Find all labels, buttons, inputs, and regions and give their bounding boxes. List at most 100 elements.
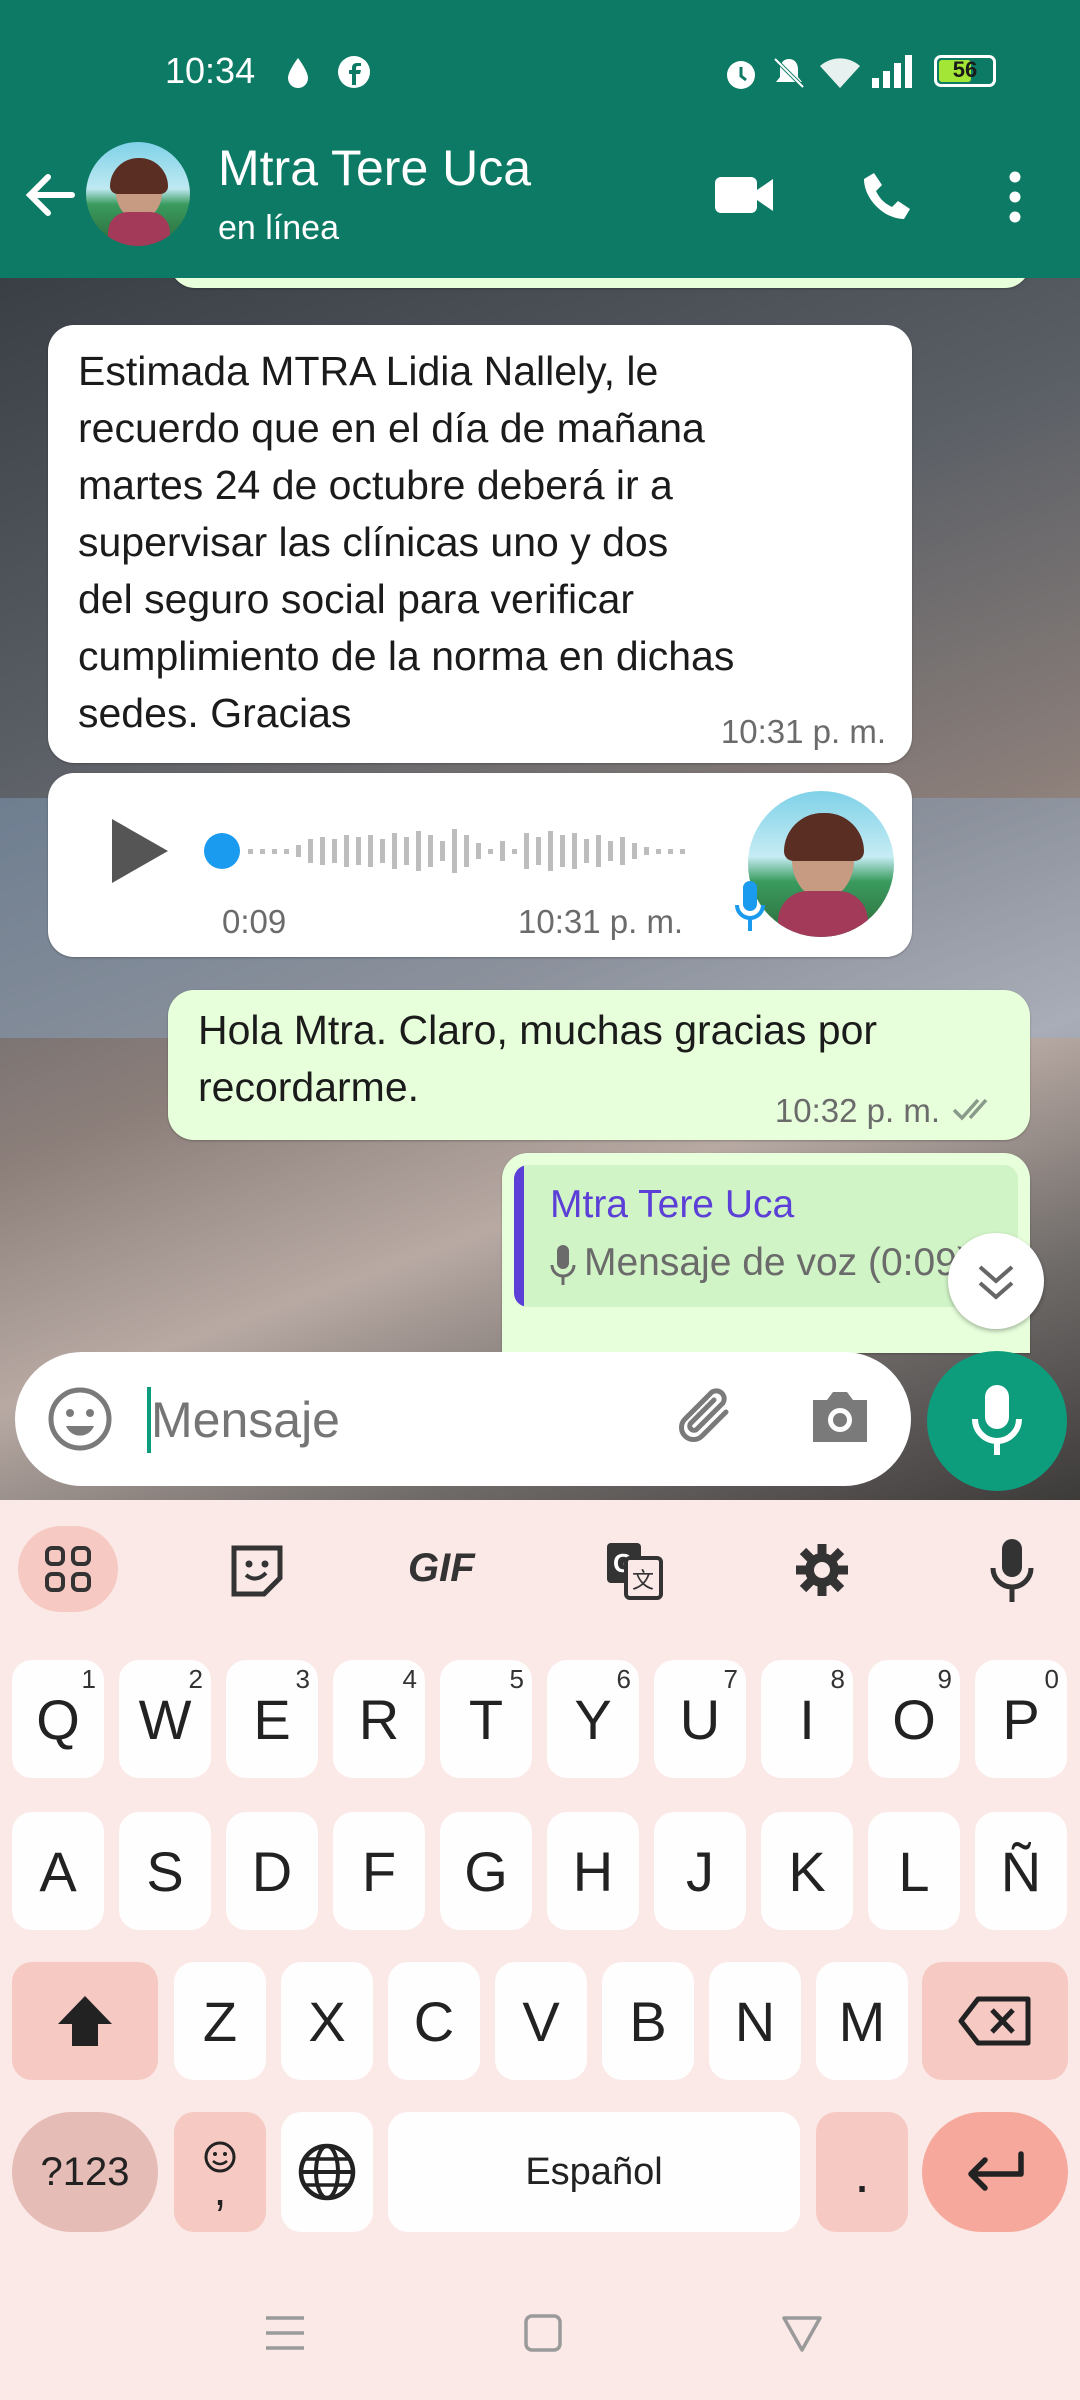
- enter-key[interactable]: [922, 2112, 1068, 2232]
- play-icon[interactable]: [108, 815, 172, 887]
- key-l[interactable]: L: [868, 1812, 960, 1930]
- quoted-message[interactable]: Mtra Tere Uca Mensaje de voz (0:09): [514, 1165, 1018, 1307]
- message-composer[interactable]: [15, 1352, 911, 1486]
- sticker-icon[interactable]: [228, 1542, 286, 1600]
- key-d[interactable]: D: [226, 1812, 318, 1930]
- progress-knob[interactable]: [204, 833, 240, 869]
- svg-text:文: 文: [632, 1569, 654, 1594]
- contact-status: en línea: [218, 209, 339, 247]
- incoming-message-bubble[interactable]: Estimada MTRA Lidia Nallely, le recuerdo…: [48, 325, 912, 763]
- period-key[interactable]: .: [816, 2112, 908, 2232]
- quoted-sender: Mtra Tere Uca: [550, 1183, 795, 1226]
- chat-header: Mtra Tere Uca en línea: [0, 135, 1080, 278]
- previous-message-bubble[interactable]: [170, 278, 1030, 288]
- facebook-icon: [338, 56, 370, 88]
- quoted-mic-icon: [550, 1245, 576, 1285]
- key-r[interactable]: R4: [333, 1660, 425, 1778]
- emoji-comma-key[interactable]: ,: [174, 2112, 266, 2232]
- mic-icon: [972, 1385, 1022, 1455]
- voice-mic-icon: [735, 881, 765, 931]
- battery-icon: 56: [934, 55, 996, 87]
- key-b[interactable]: B: [602, 1962, 694, 2080]
- language-key[interactable]: [281, 2112, 373, 2232]
- droplet-icon: [288, 58, 308, 88]
- key-k[interactable]: K: [761, 1812, 853, 1930]
- emoji-icon[interactable]: [47, 1386, 113, 1452]
- shift-icon: [58, 1996, 112, 2046]
- attach-icon[interactable]: [670, 1382, 744, 1456]
- message-time: 10:32 p. m.: [774, 1092, 940, 1129]
- translate-icon[interactable]: G文: [604, 1540, 664, 1600]
- backspace-icon: [958, 1996, 1031, 2046]
- wifi-icon: [820, 58, 860, 88]
- voice-record-button[interactable]: [927, 1351, 1067, 1491]
- key-enye[interactable]: Ñ: [975, 1812, 1067, 1930]
- signal-icon: [872, 55, 912, 88]
- key-s[interactable]: S: [119, 1812, 211, 1930]
- menu-nav-icon[interactable]: [262, 2312, 308, 2354]
- key-c[interactable]: C: [388, 1962, 480, 2080]
- system-nav-bar: [0, 2270, 1080, 2400]
- settings-icon[interactable]: [794, 1542, 850, 1598]
- key-o[interactable]: O9: [868, 1660, 960, 1778]
- key-u[interactable]: U7: [654, 1660, 746, 1778]
- key-t[interactable]: T5: [440, 1660, 532, 1778]
- enter-icon: [968, 2151, 1024, 2191]
- key-y[interactable]: Y6: [547, 1660, 639, 1778]
- keyboard-mic-icon[interactable]: [988, 1536, 1036, 1606]
- voice-time: 10:31 p. m.: [518, 903, 684, 940]
- gif-button[interactable]: GIF: [408, 1546, 475, 1591]
- key-x[interactable]: X: [281, 1962, 373, 2080]
- key-w[interactable]: W2: [119, 1660, 211, 1778]
- space-key[interactable]: Español: [388, 2112, 800, 2232]
- backspace-key[interactable]: [922, 1962, 1068, 2080]
- voice-message-bubble[interactable]: 0:09 10:31 p. m.: [48, 773, 912, 957]
- chevron-double-down-icon: [978, 1265, 1014, 1300]
- key-g[interactable]: G: [440, 1812, 532, 1930]
- alarm-icon: [727, 61, 755, 89]
- more-vert-icon[interactable]: [1000, 167, 1030, 227]
- voice-sender-avatar: [748, 791, 894, 937]
- scroll-to-bottom-button[interactable]: [948, 1233, 1044, 1329]
- keyboard: GIF G文 Q1 W2 E3 R4 T5 Y6 U7 I8 O9 P0 A S…: [0, 1500, 1080, 2270]
- shift-key[interactable]: [12, 1962, 158, 2080]
- key-p[interactable]: P0: [975, 1660, 1067, 1778]
- key-f[interactable]: F: [333, 1812, 425, 1930]
- symbols-key[interactable]: ?123: [12, 2112, 158, 2232]
- message-input[interactable]: [149, 1380, 653, 1460]
- phone-icon[interactable]: [860, 169, 914, 223]
- battery-level: 56: [952, 57, 978, 82]
- contact-name[interactable]: Mtra Tere Uca: [218, 139, 531, 197]
- key-h[interactable]: H: [547, 1812, 639, 1930]
- apps-grid-button[interactable]: [18, 1526, 118, 1612]
- key-n[interactable]: N: [709, 1962, 801, 2080]
- key-a[interactable]: A: [12, 1812, 104, 1930]
- key-m[interactable]: M: [816, 1962, 908, 2080]
- apps-grid-icon: [45, 1546, 91, 1592]
- back-arrow-icon[interactable]: [22, 168, 76, 222]
- key-i[interactable]: I8: [761, 1660, 853, 1778]
- outgoing-message-bubble[interactable]: Hola Mtra. Claro, muchas gracias por rec…: [168, 990, 1030, 1140]
- status-bar: 10:34 56: [0, 0, 1080, 135]
- home-nav-icon[interactable]: [522, 2312, 564, 2354]
- video-call-icon[interactable]: [713, 173, 775, 217]
- key-q[interactable]: Q1: [12, 1660, 104, 1778]
- status-time: 10:34: [165, 50, 256, 91]
- waveform: [248, 829, 685, 873]
- key-z[interactable]: Z: [174, 1962, 266, 2080]
- back-nav-icon[interactable]: [780, 2312, 824, 2354]
- key-e[interactable]: E3: [226, 1660, 318, 1778]
- outgoing-reply-bubble[interactable]: Mtra Tere Uca Mensaje de voz (0:09): [502, 1153, 1030, 1353]
- quoted-text: Mensaje de voz (0:09): [584, 1241, 970, 1284]
- chat-area[interactable]: Estimada MTRA Lidia Nallely, le recuerdo…: [0, 278, 1080, 1500]
- globe-icon: [298, 2143, 356, 2201]
- message-text: Estimada MTRA Lidia Nallely, le recuerdo…: [78, 348, 735, 736]
- camera-icon[interactable]: [805, 1384, 875, 1448]
- key-v[interactable]: V: [495, 1962, 587, 2080]
- contact-avatar[interactable]: [86, 142, 190, 246]
- message-time: 10:31 p. m.: [720, 713, 886, 750]
- key-j[interactable]: J: [654, 1812, 746, 1930]
- mute-icon: [773, 57, 805, 89]
- double-check-icon: [952, 1098, 988, 1121]
- voice-duration: 0:09: [222, 903, 287, 940]
